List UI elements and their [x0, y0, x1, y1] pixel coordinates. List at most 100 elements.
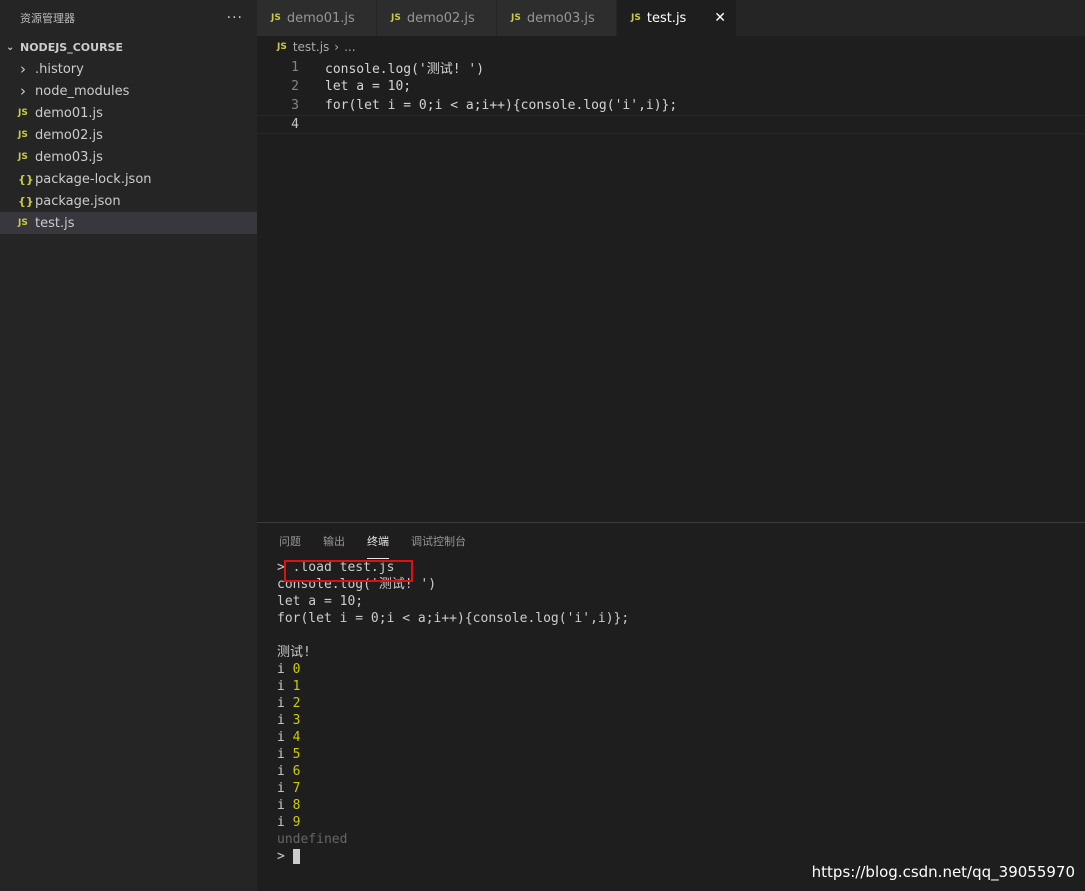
terminal-echo-line: for(let i = 0;i < a;i++){console.log('i'… [277, 611, 630, 626]
tab-demo02-js[interactable]: JS demo02.js [377, 0, 497, 36]
line-number: 4 [291, 117, 299, 132]
terminal-output-line: i 7 [277, 780, 1085, 797]
js-file-icon: JS [18, 108, 28, 118]
terminal-output-line: i 0 [277, 661, 1085, 678]
chevron-right-icon: › [20, 60, 26, 78]
tree-item-label: demo03.js [35, 149, 103, 165]
line-number: 1 [291, 60, 299, 75]
output-number: 3 [292, 713, 301, 728]
tree-item[interactable]: {} package-lock.json [0, 168, 257, 190]
output-number: 8 [292, 798, 301, 813]
js-file-icon: JS [18, 218, 28, 228]
code-text[interactable]: console.log('测试! ') [325, 58, 484, 77]
prompt-icon: > [277, 849, 285, 864]
output-label: i [277, 713, 285, 728]
output-label: i [277, 781, 285, 796]
code-text[interactable]: for(let i = 0;i < a;i++){console.log('i'… [325, 98, 677, 113]
tree-item-label: node_modules [35, 83, 130, 99]
terminal-result: undefined [277, 832, 348, 847]
tree-item[interactable]: JS demo01.js [0, 102, 257, 124]
panel-tab[interactable]: 输出 [323, 523, 345, 559]
line-number: 2 [291, 79, 299, 94]
output-label: i [277, 764, 285, 779]
watermark: https://blog.csdn.net/qq_39055970 [811, 863, 1075, 881]
tree-item-label: .history [35, 61, 84, 77]
breadcrumb-rest[interactable]: ... [344, 40, 355, 54]
code-text[interactable]: let a = 10; [325, 79, 411, 94]
tab-label: test.js [646, 10, 687, 26]
code-line[interactable]: 4 [257, 115, 1085, 134]
terminal-output-line: i 4 [277, 729, 1085, 746]
json-file-icon: {} [18, 172, 34, 186]
js-file-icon: JS [277, 42, 287, 52]
explorer-title: 资源管理器 [20, 12, 75, 25]
output-number: 2 [292, 696, 301, 711]
output-label: i [277, 815, 285, 830]
code-editor[interactable]: 1 console.log('测试! ') 2 let a = 10; 3 for(let… [257, 58, 1085, 522]
terminal-output-line: i 9 [277, 814, 1085, 831]
js-file-icon: JS [631, 13, 641, 23]
output-number: 1 [292, 679, 301, 694]
output-number: 7 [292, 781, 301, 796]
explorer-header: 资源管理器 ··· [0, 0, 257, 36]
folder-nodejs-course[interactable]: ⌄ NODEJS_COURSE [0, 36, 257, 58]
tree-item[interactable]: › node_modules [0, 80, 257, 102]
terminal-cursor [292, 849, 300, 864]
terminal-output-line: i 2 [277, 695, 1085, 712]
terminal-output-line: i 1 [277, 678, 1085, 695]
terminal-output-line: i 8 [277, 797, 1085, 814]
output-label: i [277, 696, 285, 711]
terminal-echo-line: let a = 10; [277, 594, 364, 609]
tree-item-label: demo01.js [35, 105, 103, 121]
tab-label: demo02.js [406, 10, 475, 26]
tab-demo03-js[interactable]: JS demo03.js [497, 0, 617, 36]
panel-tab[interactable]: 问题 [279, 523, 301, 559]
panel-tab[interactable]: 调试控制台 [411, 523, 466, 559]
code-line[interactable]: 1 console.log('测试! ') [257, 58, 1085, 77]
output-number: 6 [292, 764, 301, 779]
more-actions-icon[interactable]: ··· [227, 10, 243, 26]
tab-label: demo03.js [526, 10, 595, 26]
editor-tabs: JS demo01.js JS demo02.js JS demo03.js JS test.… [257, 0, 1085, 36]
output-label: i [277, 679, 285, 694]
js-file-icon: JS [18, 130, 28, 140]
tree-item[interactable]: {} package.json [0, 190, 257, 212]
breadcrumb-file[interactable]: test.js [293, 40, 329, 54]
js-file-icon: JS [391, 13, 401, 23]
folder-label: NODEJS_COURSE [20, 40, 123, 54]
tab-label: demo01.js [286, 10, 355, 26]
explorer-sidebar: 资源管理器 ··· ⌄ NODEJS_COURSE › .history › node… [0, 0, 257, 891]
tree-item[interactable]: › .history [0, 58, 257, 80]
terminal-output-line: i 6 [277, 763, 1085, 780]
terminal-output-line: i 3 [277, 712, 1085, 729]
terminal-echo-line [277, 627, 1085, 644]
panel-tabs: 问题 输出 终端 调试控制台 [257, 523, 1085, 559]
highlight-box [284, 560, 413, 582]
panel-tab[interactable]: 终端 [367, 523, 389, 559]
breadcrumb: JS test.js › ... [257, 36, 1085, 58]
output-label: i [277, 662, 285, 677]
tree-item[interactable]: JS test.js [0, 212, 257, 234]
code-line[interactable]: 2 let a = 10; [257, 77, 1085, 96]
chevron-right-icon: › [20, 82, 26, 100]
js-file-icon: JS [511, 13, 521, 23]
tab-test-js[interactable]: JS test.js ✕ [617, 0, 737, 36]
terminal-output-line: i 5 [277, 746, 1085, 763]
tree-item-label: test.js [35, 215, 75, 231]
tab-demo01-js[interactable]: JS demo01.js [257, 0, 377, 36]
output-number: 0 [292, 662, 301, 677]
output-number: 9 [292, 815, 301, 830]
file-tree: › .history › node_modules JS demo01.js JS demo0… [0, 58, 257, 234]
code-line[interactable]: 3 for(let i = 0;i < a;i++){console.log('i… [257, 96, 1085, 115]
tree-item-label: package.json [35, 193, 121, 209]
tree-item[interactable]: JS demo02.js [0, 124, 257, 146]
terminal[interactable]: > .load test.js console.log('测试! ') let a … [257, 559, 1085, 865]
tree-item-label: package-lock.json [35, 171, 152, 187]
close-icon[interactable]: ✕ [714, 10, 726, 26]
json-file-icon: {} [18, 194, 34, 208]
output-label: i [277, 730, 285, 745]
js-file-icon: JS [18, 152, 28, 162]
tree-item-label: demo02.js [35, 127, 103, 143]
line-number: 3 [291, 98, 299, 113]
tree-item[interactable]: JS demo03.js [0, 146, 257, 168]
